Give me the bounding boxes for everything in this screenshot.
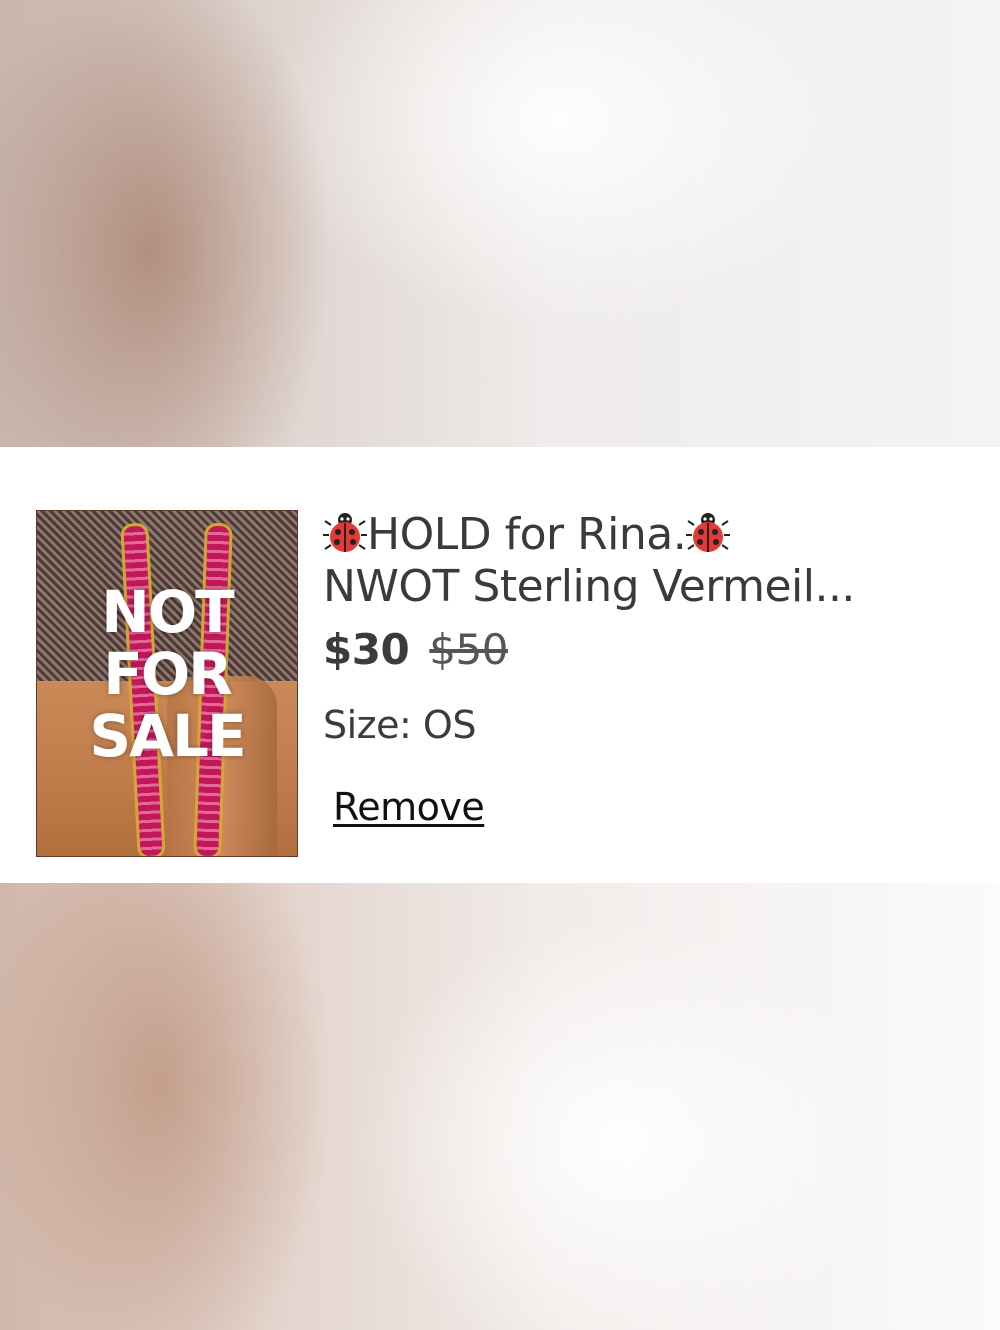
blurred-background-top: [0, 0, 1000, 447]
listing-thumbnail[interactable]: NOT FOR SALE: [36, 510, 298, 857]
remove-link[interactable]: Remove: [333, 785, 485, 829]
original-price: $50: [429, 625, 508, 674]
listing-info: HOLD for Rina. NWOT Sterling Vermeil... …: [323, 509, 973, 829]
ladybug-icon: [686, 513, 731, 552]
listing-card: NOT FOR SALE HOLD for Rina. NWOT Sterlin…: [0, 447, 1000, 883]
blurred-background-bottom: [0, 883, 1000, 1330]
overlay-line-3: SALE: [89, 702, 246, 770]
size-label: Size:: [323, 703, 412, 747]
not-for-sale-overlay: NOT FOR SALE: [37, 581, 297, 767]
overlay-line-1: NOT: [101, 578, 234, 646]
listing-title-text: HOLD for Rina.: [367, 509, 687, 560]
ladybug-icon: [323, 513, 367, 552]
listing-title-line-1[interactable]: HOLD for Rina.: [323, 509, 973, 561]
screen: NOT FOR SALE HOLD for Rina. NWOT Sterlin…: [0, 0, 1000, 1330]
current-price: $30: [323, 625, 410, 674]
listing-title-line-2[interactable]: NWOT Sterling Vermeil...: [323, 561, 973, 613]
price-row: $30 $50: [323, 625, 973, 675]
overlay-line-2: FOR: [103, 640, 233, 708]
size-row: Size: OS: [323, 703, 973, 747]
size-value: OS: [422, 703, 477, 747]
